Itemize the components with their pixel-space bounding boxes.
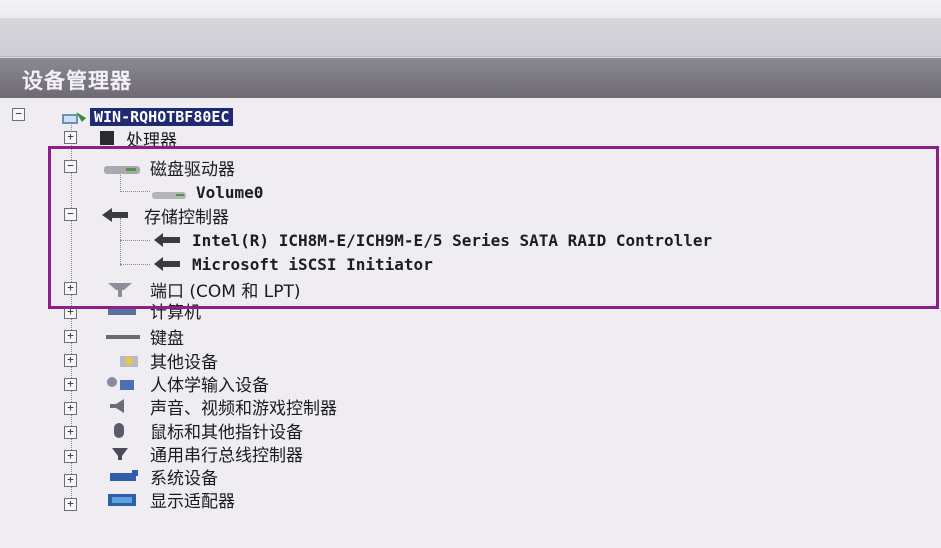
keyboard-icon: [96, 327, 144, 345]
root-computer-name: WIN-RQHOTBF80EC: [90, 108, 234, 126]
expand-other-devices-toggle[interactable]: +: [64, 354, 77, 367]
collapse-root-toggle[interactable]: −: [12, 108, 25, 121]
panel-title-bar: 设备管理器: [0, 58, 941, 98]
tree-item-system-devices[interactable]: 系统设备: [96, 464, 218, 489]
tree-item-display-adapters[interactable]: 显示适配器: [96, 487, 235, 512]
expand-usb-toggle[interactable]: +: [64, 450, 77, 463]
processor-icon: [96, 129, 120, 147]
expand-keyboard-toggle[interactable]: +: [64, 330, 77, 343]
expand-display-adapters-toggle[interactable]: +: [64, 498, 77, 511]
expand-sound-toggle[interactable]: +: [64, 402, 77, 415]
tree-item-hid[interactable]: 人体学输入设备: [96, 371, 269, 396]
annotation-highlight-box: [48, 146, 939, 309]
tree-item-label: 鼠标和其他指针设备: [150, 422, 303, 443]
unknown-device-icon: [96, 351, 144, 369]
expand-system-devices-toggle[interactable]: +: [64, 474, 77, 487]
tree-item-label: 系统设备: [150, 468, 218, 489]
toolbar-band: [0, 18, 941, 57]
hid-icon: [96, 374, 144, 392]
usb-icon: [96, 444, 144, 462]
system-device-icon: [96, 467, 144, 485]
tree-item-label: 键盘: [150, 328, 184, 349]
panel-title: 设备管理器: [22, 69, 132, 93]
mouse-icon: [96, 421, 144, 439]
tree-item-label: 通用串行总线控制器: [150, 445, 303, 466]
expand-hid-toggle[interactable]: +: [64, 378, 77, 391]
tree-item-sound-video-game[interactable]: 声音、视频和游戏控制器: [96, 394, 337, 419]
tree-item-label: 显示适配器: [150, 491, 235, 512]
tree-item-mice[interactable]: 鼠标和其他指针设备: [96, 418, 303, 443]
tree-item-label: 其他设备: [150, 352, 218, 373]
speaker-icon: [96, 397, 144, 415]
computer-network-icon: [60, 108, 86, 126]
tree-item-usb-controllers[interactable]: 通用串行总线控制器: [96, 441, 303, 466]
tree-item-label: 声音、视频和游戏控制器: [150, 398, 337, 419]
expand-processor-toggle[interactable]: +: [64, 131, 77, 144]
display-adapter-icon: [96, 490, 144, 508]
tree-item-label: 人体学输入设备: [150, 375, 269, 396]
tree-item-other-devices[interactable]: 其他设备: [96, 348, 218, 373]
expand-mice-toggle[interactable]: +: [64, 426, 77, 439]
tree-item-keyboard[interactable]: 键盘: [96, 324, 184, 349]
